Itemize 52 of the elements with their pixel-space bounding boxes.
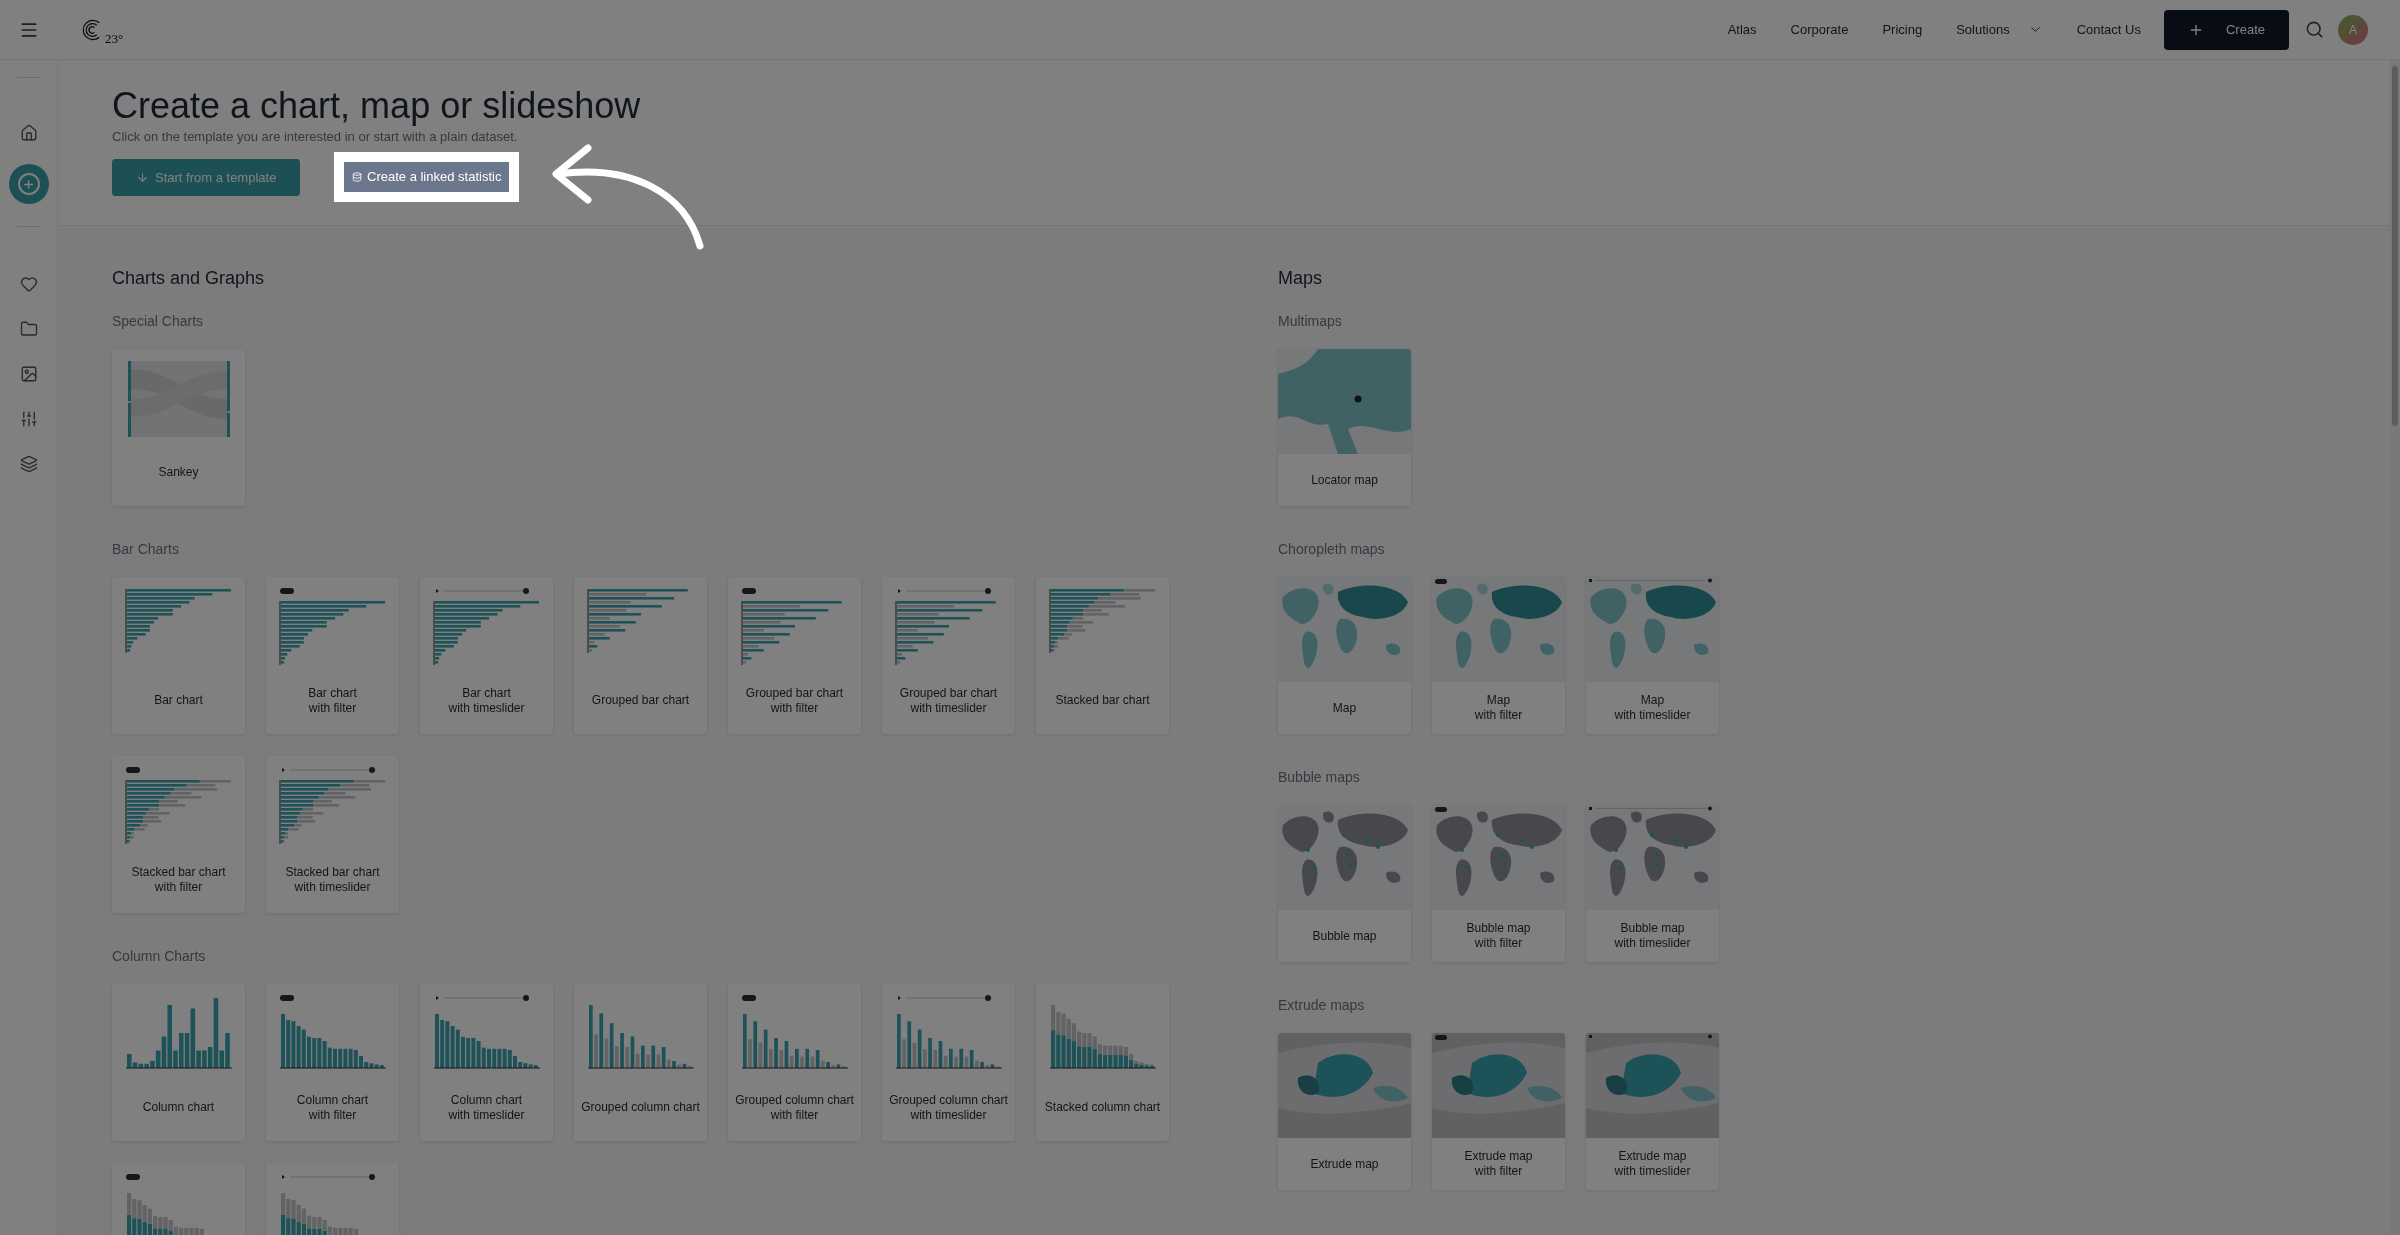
group-title: Bubble maps <box>1278 768 1360 786</box>
template-card[interactable]: Column chart with filter <box>266 984 399 1141</box>
group-title: Bar Charts <box>112 540 179 558</box>
template-card[interactable]: Sankey <box>112 349 245 506</box>
database-icon <box>352 172 362 182</box>
template-card[interactable]: Extrude map <box>1278 1033 1411 1190</box>
template-card[interactable]: Stacked bar chart with timeslider <box>266 756 399 913</box>
template-card[interactable]: Bar chart <box>112 577 245 734</box>
group-title: Extrude maps <box>1278 996 1365 1014</box>
group-title: Column Charts <box>112 947 206 965</box>
template-card[interactable]: Locator map <box>1278 349 1411 506</box>
template-card[interactable]: Grouped column chart <box>574 984 707 1141</box>
nav-link[interactable]: Pricing <box>1865 19 1940 40</box>
page-subtitle: Click on the template you are interested in or start with a plain dataset. <box>112 128 518 145</box>
scrollbar[interactable] <box>2390 60 2400 1235</box>
template-card[interactable]: Bar chart with timeslider <box>420 577 553 734</box>
nav-link[interactable]: Contact Us <box>2059 19 2158 40</box>
section-title: Maps <box>1278 267 1322 289</box>
template-card[interactable]: Column chart with timeslider <box>420 984 553 1141</box>
template-card[interactable]: Grouped bar chart with filter <box>728 577 861 734</box>
arrow-down-icon <box>136 171 149 184</box>
logo[interactable]: 23° <box>80 17 124 42</box>
template-card[interactable]: Grouped bar chart <box>574 577 707 734</box>
section-title: Charts and Graphs <box>112 267 265 289</box>
search-icon[interactable] <box>2305 20 2324 39</box>
create-icon[interactable] <box>8 164 49 204</box>
template-card[interactable]: Map <box>1278 577 1411 734</box>
nav-link[interactable]: Atlas <box>1710 19 1774 40</box>
template-card[interactable]: Stacked bar chart <box>1036 577 1169 734</box>
nav-dropdown[interactable]: Solutions <box>1939 19 2060 40</box>
template-card[interactable]: Map with timeslider <box>1586 577 1719 734</box>
template-card[interactable]: Extrude map with timeslider <box>1586 1033 1719 1190</box>
page-title: Create a chart, map or slideshow <box>112 86 641 126</box>
template-card[interactable]: Map with filter <box>1432 577 1565 734</box>
template-card[interactable]: Bubble map <box>1278 805 1411 962</box>
template-card[interactable]: Bubble map with filter <box>1432 805 1565 962</box>
group-title: Multimaps <box>1278 312 1342 330</box>
template-card[interactable]: Stacked column chart <box>1036 984 1169 1141</box>
group-title: Choropleth maps <box>1278 540 1385 558</box>
template-card[interactable]: Bubble map with timeslider <box>1586 805 1719 962</box>
template-card[interactable]: Extrude map with filter <box>1432 1033 1565 1190</box>
template-card[interactable]: Stacked bar chart with filter <box>112 756 245 913</box>
template-button[interactable]: Start from a template <box>112 159 301 196</box>
template-card[interactable]: Grouped bar chart with timeslider <box>882 577 1015 734</box>
create-button[interactable]: Create <box>2163 9 2289 50</box>
template-card[interactable]: Bar chart with filter <box>266 577 399 734</box>
template-card[interactable]: Column chart <box>112 984 245 1141</box>
group-title: Special Charts <box>112 312 204 330</box>
template-card[interactable]: Grouped column chart with timeslider <box>882 984 1015 1141</box>
nav-link[interactable]: Corporate <box>1773 19 1866 40</box>
linked-statistic-button[interactable]: Create a linked statistic <box>344 162 510 192</box>
template-card[interactable]: Grouped column chart with filter <box>728 984 861 1141</box>
